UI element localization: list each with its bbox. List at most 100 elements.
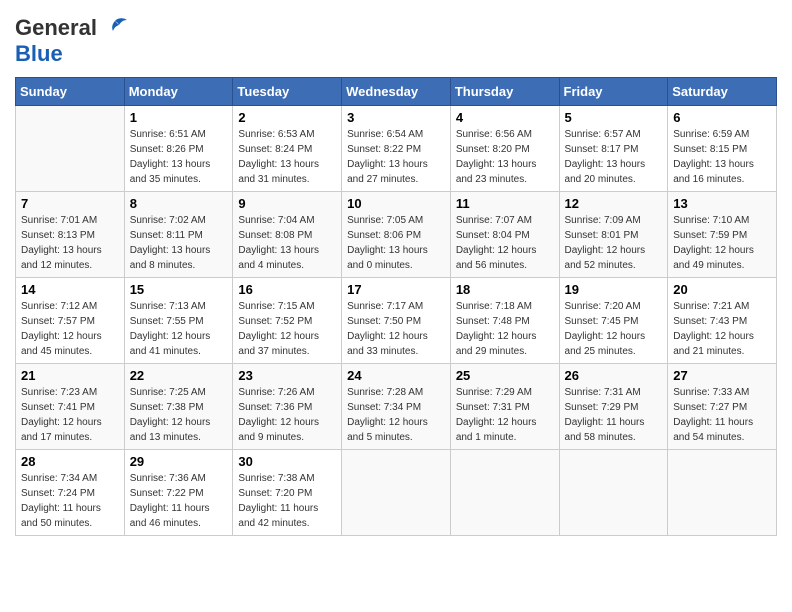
day-number: 19 (565, 282, 663, 297)
calendar-week-2: 7 Sunrise: 7:01 AMSunset: 8:13 PMDaylight… (16, 192, 777, 278)
day-info: Sunrise: 6:56 AMSunset: 8:20 PMDaylight:… (456, 127, 554, 187)
day-info: Sunrise: 7:38 AMSunset: 7:20 PMDaylight:… (238, 471, 336, 531)
day-info: Sunrise: 6:54 AMSunset: 8:22 PMDaylight:… (347, 127, 445, 187)
day-info: Sunrise: 7:02 AMSunset: 8:11 PMDaylight:… (130, 213, 228, 273)
day-number: 4 (456, 110, 554, 125)
day-info: Sunrise: 7:18 AMSunset: 7:48 PMDaylight:… (456, 299, 554, 359)
calendar-cell (559, 450, 668, 536)
weekday-header-sunday: Sunday (16, 78, 125, 106)
calendar-cell: 5 Sunrise: 6:57 AMSunset: 8:17 PMDaylight… (559, 106, 668, 192)
day-info: Sunrise: 7:31 AMSunset: 7:29 PMDaylight:… (565, 385, 663, 445)
calendar-cell: 16 Sunrise: 7:15 AMSunset: 7:52 PMDayligh… (233, 278, 342, 364)
weekday-header-tuesday: Tuesday (233, 78, 342, 106)
day-number: 30 (238, 454, 336, 469)
day-number: 8 (130, 196, 228, 211)
day-info: Sunrise: 7:01 AMSunset: 8:13 PMDaylight:… (21, 213, 119, 273)
calendar-cell: 7 Sunrise: 7:01 AMSunset: 8:13 PMDaylight… (16, 192, 125, 278)
day-number: 6 (673, 110, 771, 125)
calendar-cell: 4 Sunrise: 6:56 AMSunset: 8:20 PMDaylight… (450, 106, 559, 192)
calendar-cell: 9 Sunrise: 7:04 AMSunset: 8:08 PMDaylight… (233, 192, 342, 278)
calendar-cell: 6 Sunrise: 6:59 AMSunset: 8:15 PMDaylight… (668, 106, 777, 192)
calendar-cell: 24Sunrise: 7:28 AMSunset: 7:34 PMDayligh… (342, 364, 451, 450)
day-info: Sunrise: 6:53 AMSunset: 8:24 PMDaylight:… (238, 127, 336, 187)
calendar-cell: 30 Sunrise: 7:38 AMSunset: 7:20 PMDayligh… (233, 450, 342, 536)
logo: General Blue (15, 15, 129, 67)
day-info: Sunrise: 7:29 AMSunset: 7:31 PMDaylight:… (456, 385, 554, 445)
day-info: Sunrise: 7:21 AMSunset: 7:43 PMDaylight:… (673, 299, 771, 359)
calendar-week-5: 28 Sunrise: 7:34 AMSunset: 7:24 PMDayligh… (16, 450, 777, 536)
day-info: Sunrise: 7:04 AMSunset: 8:08 PMDaylight:… (238, 213, 336, 273)
day-number: 28 (21, 454, 119, 469)
day-number: 22 (130, 368, 228, 383)
day-number: 26 (565, 368, 663, 383)
calendar-cell: 14 Sunrise: 7:12 AMSunset: 7:57 PMDayligh… (16, 278, 125, 364)
day-number: 16 (238, 282, 336, 297)
logo-blue: Blue (15, 41, 63, 66)
calendar-week-3: 14 Sunrise: 7:12 AMSunset: 7:57 PMDayligh… (16, 278, 777, 364)
calendar-cell: 28 Sunrise: 7:34 AMSunset: 7:24 PMDayligh… (16, 450, 125, 536)
day-number: 2 (238, 110, 336, 125)
calendar-cell (16, 106, 125, 192)
day-number: 13 (673, 196, 771, 211)
day-info: Sunrise: 7:33 AMSunset: 7:27 PMDaylight:… (673, 385, 771, 445)
weekday-header-monday: Monday (124, 78, 233, 106)
day-number: 25 (456, 368, 554, 383)
calendar-cell (668, 450, 777, 536)
day-number: 24 (347, 368, 445, 383)
calendar-cell: 18 Sunrise: 7:18 AMSunset: 7:48 PMDayligh… (450, 278, 559, 364)
calendar-cell: 8 Sunrise: 7:02 AMSunset: 8:11 PMDaylight… (124, 192, 233, 278)
weekday-header-saturday: Saturday (668, 78, 777, 106)
day-number: 14 (21, 282, 119, 297)
calendar-cell: 2 Sunrise: 6:53 AMSunset: 8:24 PMDaylight… (233, 106, 342, 192)
day-info: Sunrise: 7:15 AMSunset: 7:52 PMDaylight:… (238, 299, 336, 359)
day-info: Sunrise: 7:09 AMSunset: 8:01 PMDaylight:… (565, 213, 663, 273)
calendar-cell: 17 Sunrise: 7:17 AMSunset: 7:50 PMDayligh… (342, 278, 451, 364)
day-info: Sunrise: 7:36 AMSunset: 7:22 PMDaylight:… (130, 471, 228, 531)
day-number: 23 (238, 368, 336, 383)
day-info: Sunrise: 7:25 AMSunset: 7:38 PMDaylight:… (130, 385, 228, 445)
day-info: Sunrise: 7:07 AMSunset: 8:04 PMDaylight:… (456, 213, 554, 273)
day-info: Sunrise: 7:23 AMSunset: 7:41 PMDaylight:… (21, 385, 119, 445)
day-number: 11 (456, 196, 554, 211)
day-number: 1 (130, 110, 228, 125)
calendar-table: SundayMondayTuesdayWednesdayThursdayFrid… (15, 77, 777, 536)
day-info: Sunrise: 7:20 AMSunset: 7:45 PMDaylight:… (565, 299, 663, 359)
calendar-cell: 12 Sunrise: 7:09 AMSunset: 8:01 PMDayligh… (559, 192, 668, 278)
day-info: Sunrise: 7:10 AMSunset: 7:59 PMDaylight:… (673, 213, 771, 273)
day-number: 9 (238, 196, 336, 211)
calendar-cell: 26 Sunrise: 7:31 AMSunset: 7:29 PMDayligh… (559, 364, 668, 450)
calendar-week-4: 21Sunrise: 7:23 AMSunset: 7:41 PMDayligh… (16, 364, 777, 450)
day-number: 3 (347, 110, 445, 125)
calendar-week-1: 1 Sunrise: 6:51 AMSunset: 8:26 PMDaylight… (16, 106, 777, 192)
calendar-cell: 3 Sunrise: 6:54 AMSunset: 8:22 PMDaylight… (342, 106, 451, 192)
calendar-cell: 20Sunrise: 7:21 AMSunset: 7:43 PMDayligh… (668, 278, 777, 364)
calendar-cell: 27 Sunrise: 7:33 AMSunset: 7:27 PMDayligh… (668, 364, 777, 450)
weekday-header-row: SundayMondayTuesdayWednesdayThursdayFrid… (16, 78, 777, 106)
day-info: Sunrise: 6:51 AMSunset: 8:26 PMDaylight:… (130, 127, 228, 187)
calendar-cell: 10Sunrise: 7:05 AMSunset: 8:06 PMDayligh… (342, 192, 451, 278)
calendar-cell: 29Sunrise: 7:36 AMSunset: 7:22 PMDayligh… (124, 450, 233, 536)
day-number: 5 (565, 110, 663, 125)
day-number: 12 (565, 196, 663, 211)
day-info: Sunrise: 7:13 AMSunset: 7:55 PMDaylight:… (130, 299, 228, 359)
calendar-cell: 25 Sunrise: 7:29 AMSunset: 7:31 PMDayligh… (450, 364, 559, 450)
calendar-cell: 19 Sunrise: 7:20 AMSunset: 7:45 PMDayligh… (559, 278, 668, 364)
day-info: Sunrise: 6:57 AMSunset: 8:17 PMDaylight:… (565, 127, 663, 187)
weekday-header-wednesday: Wednesday (342, 78, 451, 106)
page-header: General Blue (15, 15, 777, 67)
calendar-cell (450, 450, 559, 536)
calendar-cell: 22 Sunrise: 7:25 AMSunset: 7:38 PMDayligh… (124, 364, 233, 450)
calendar-cell: 15Sunrise: 7:13 AMSunset: 7:55 PMDayligh… (124, 278, 233, 364)
day-number: 18 (456, 282, 554, 297)
calendar-cell: 23Sunrise: 7:26 AMSunset: 7:36 PMDayligh… (233, 364, 342, 450)
calendar-cell: 11 Sunrise: 7:07 AMSunset: 8:04 PMDayligh… (450, 192, 559, 278)
day-info: Sunrise: 6:59 AMSunset: 8:15 PMDaylight:… (673, 127, 771, 187)
day-number: 17 (347, 282, 445, 297)
day-info: Sunrise: 7:17 AMSunset: 7:50 PMDaylight:… (347, 299, 445, 359)
weekday-header-thursday: Thursday (450, 78, 559, 106)
day-number: 27 (673, 368, 771, 383)
day-info: Sunrise: 7:34 AMSunset: 7:24 PMDaylight:… (21, 471, 119, 531)
logo-general: General (15, 15, 97, 41)
day-number: 7 (21, 196, 119, 211)
day-info: Sunrise: 7:12 AMSunset: 7:57 PMDaylight:… (21, 299, 119, 359)
